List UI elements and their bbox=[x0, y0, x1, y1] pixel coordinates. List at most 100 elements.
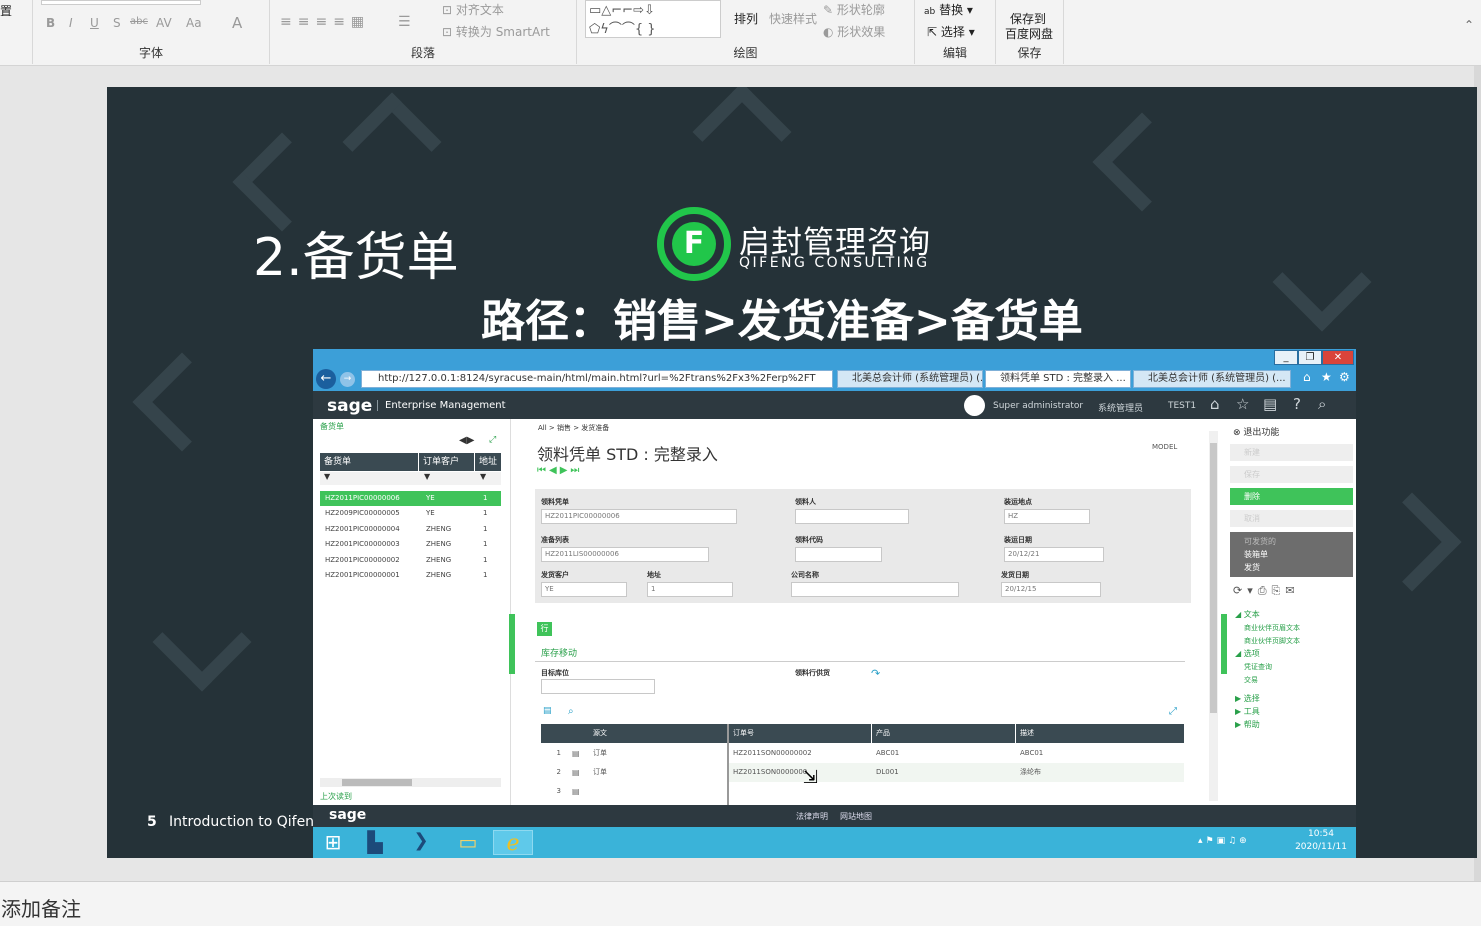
close-icon[interactable]: ✕ bbox=[1322, 350, 1354, 365]
grid-header[interactable]: 订单号 bbox=[729, 724, 871, 743]
column-header[interactable]: 地址 bbox=[475, 453, 501, 471]
new-button[interactable]: 新建 bbox=[1230, 444, 1353, 461]
help-section[interactable]: ▶ 帮助 bbox=[1235, 719, 1260, 730]
text-section[interactable]: ◢ 文本 bbox=[1235, 609, 1260, 620]
arrange-button[interactable]: 排列 bbox=[734, 10, 758, 27]
collapse-right-handle[interactable] bbox=[1221, 614, 1227, 674]
forward-icon[interactable]: → bbox=[340, 372, 355, 387]
grid-cell-desc[interactable]: ABC01 bbox=[1016, 744, 1043, 763]
grid-cell-desc[interactable]: 涤纶布 bbox=[1016, 763, 1041, 782]
align-icons[interactable]: ≡≡≡≡▦ bbox=[280, 14, 370, 30]
row-detail-icon[interactable]: ▤ bbox=[572, 749, 580, 758]
help-icon[interactable]: ? bbox=[1293, 395, 1301, 413]
grid-cell-source[interactable]: 订单 bbox=[589, 744, 607, 763]
left-panel-scrollbar[interactable] bbox=[320, 778, 501, 787]
grid-search-icon[interactable]: ⌕ bbox=[568, 706, 574, 717]
main-scrollbar[interactable] bbox=[1209, 431, 1218, 801]
column-header[interactable]: 备货单 bbox=[320, 453, 418, 471]
select-button[interactable]: ⇱ 选择 ▾ bbox=[927, 23, 975, 40]
case-button[interactable]: Aa bbox=[186, 16, 202, 30]
save-button[interactable]: 保存 bbox=[1230, 466, 1353, 483]
panel-tool-icons[interactable]: ⟳▾⎙⎘✉ bbox=[1233, 584, 1300, 598]
expand-icon[interactable]: ⤢ bbox=[489, 435, 496, 445]
grid-cell-product[interactable]: DL001 bbox=[872, 763, 899, 782]
tray-icons[interactable]: ▴⚑▣♫⊕ bbox=[1198, 836, 1250, 846]
sitemap-link[interactable]: 网站地图 bbox=[840, 811, 872, 822]
strike-button[interactable]: abc bbox=[130, 16, 148, 27]
list-item[interactable]: HZ2001PIC00000004 ZHENG 1 bbox=[320, 522, 501, 537]
folder-name[interactable]: TEST1 bbox=[1168, 401, 1196, 411]
column-header[interactable]: 订单客户 bbox=[419, 453, 474, 471]
refresh-icon[interactable]: ↷ bbox=[871, 667, 880, 680]
grid-header[interactable]: 源文 bbox=[589, 724, 727, 743]
delete-button[interactable]: 删除 bbox=[1230, 488, 1353, 505]
prep-list-field[interactable]: HZ2011LIS00000006 bbox=[541, 547, 709, 562]
avatar[interactable] bbox=[964, 395, 985, 416]
select-section[interactable]: ▶ 选择 bbox=[1235, 693, 1260, 704]
grid-cell-product[interactable]: ABC01 bbox=[872, 744, 899, 763]
legal-link[interactable]: 法律声明 bbox=[796, 811, 828, 822]
browser-tab[interactable]: 北美总会计师 (系统管理员) (... bbox=[837, 370, 983, 388]
options-link[interactable]: 凭证查询 bbox=[1244, 662, 1272, 672]
replace-button[interactable]: ab 替换 ▾ bbox=[924, 1, 973, 18]
shippable-button[interactable]: 可发货的 装箱单 发货 bbox=[1230, 532, 1353, 577]
notes-placeholder[interactable]: 添加备注 bbox=[1, 893, 81, 922]
grid-table-icon[interactable]: ▤ bbox=[543, 706, 552, 716]
minimize-icon[interactable]: _ bbox=[1274, 350, 1298, 365]
breadcrumb[interactable]: All > 销售 > 发货准备 bbox=[538, 423, 609, 433]
home-icon[interactable]: ⌂ bbox=[1210, 395, 1220, 413]
text-link[interactable]: 商业伙伴页脚文本 bbox=[1244, 636, 1300, 646]
align-text-button[interactable]: ⊡ 对齐文本 bbox=[442, 1, 504, 18]
options-section[interactable]: ◢ 选项 bbox=[1235, 648, 1260, 659]
browser-tab-active[interactable]: 领料凭单 STD : 完整录入 ... bbox=[985, 370, 1131, 388]
powershell-icon[interactable]: ❯ bbox=[403, 830, 439, 855]
ship-site-field[interactable]: HZ bbox=[1004, 509, 1090, 524]
address-field[interactable]: 1 bbox=[647, 582, 733, 597]
filter-row[interactable]: ▼ ▼ ▼ bbox=[320, 472, 501, 485]
picker-code-field[interactable] bbox=[795, 547, 882, 562]
text-link[interactable]: 商业伙伴页眉文本 bbox=[1244, 623, 1300, 633]
settings-gear-icon[interactable]: ⚙ bbox=[1339, 370, 1350, 384]
search-icon[interactable]: ⌕ bbox=[1318, 395, 1326, 413]
shape-effects-button[interactable]: ◐ 形状效果 bbox=[823, 23, 885, 40]
bookmark-star-icon[interactable]: ☆ bbox=[1236, 395, 1249, 413]
user-role[interactable]: 系统管理员 bbox=[1098, 401, 1143, 414]
server-manager-icon[interactable]: ▙ bbox=[357, 830, 393, 855]
home-icon[interactable]: ⌂ bbox=[1303, 370, 1311, 384]
record-nav-icons[interactable]: ⏮◀▶⏭ bbox=[537, 465, 582, 476]
font-color-button[interactable]: A bbox=[232, 14, 242, 32]
convert-smartart-button[interactable]: ⊡ 转换为 SmartArt bbox=[442, 23, 550, 40]
browser-tab[interactable]: 北美总会计师 (系统管理员) (... bbox=[1133, 370, 1291, 388]
save-to-baidu-line2[interactable]: 百度网盘 bbox=[1005, 25, 1053, 42]
bold-button[interactable]: B bbox=[46, 16, 55, 30]
shapes-gallery[interactable]: ▭△⌐⌐⇨⇩ ⬠ϟ⌒⌒{ } bbox=[585, 0, 721, 38]
restore-icon[interactable]: ❐ bbox=[1298, 350, 1322, 365]
windows-start-icon[interactable]: ⊞ bbox=[315, 830, 351, 855]
clock-time[interactable]: 10:54 bbox=[1296, 829, 1346, 839]
grid-header[interactable]: 产品 bbox=[872, 724, 1015, 743]
list-item[interactable]: HZ2001PIC00000002 ZHENG 1 bbox=[320, 553, 501, 568]
company-field[interactable] bbox=[791, 582, 959, 597]
favorites-icon[interactable]: ★ bbox=[1321, 370, 1332, 384]
ship-date-field[interactable]: 20/12/21 bbox=[1004, 547, 1104, 562]
cancel-button[interactable]: 取消 bbox=[1230, 510, 1353, 527]
shadow-button[interactable]: S bbox=[113, 16, 121, 30]
row-detail-icon[interactable]: ▤ bbox=[572, 768, 580, 777]
exit-function-button[interactable]: ⊗ 退出功能 bbox=[1233, 425, 1279, 438]
voucher-field[interactable]: HZ2011PIC00000006 bbox=[541, 509, 737, 524]
picker-field[interactable] bbox=[795, 509, 909, 524]
shape-outline-button[interactable]: ✎ 形状轮廓 bbox=[823, 1, 885, 18]
list-item[interactable]: HZ2009PIC00000005 YE 1 bbox=[320, 506, 501, 521]
grid-cell-source[interactable]: 订单 bbox=[589, 763, 607, 782]
grid-cell-order[interactable]: HZ2011SON0000000 bbox=[729, 763, 807, 782]
spacing-button[interactable]: AV bbox=[156, 16, 172, 30]
delivery-date-field[interactable]: 20/12/15 bbox=[1001, 582, 1101, 597]
list-item[interactable]: HZ2001PIC00000003 ZHENG 1 bbox=[320, 537, 501, 552]
last-read-link[interactable]: 上次读到 bbox=[320, 791, 352, 802]
lines-tab[interactable]: 行 bbox=[537, 622, 552, 636]
file-explorer-icon[interactable]: ▭ bbox=[450, 830, 486, 855]
customer-field[interactable]: YE bbox=[541, 582, 627, 597]
prev-next-icons[interactable]: ◀▶ bbox=[459, 435, 474, 446]
address-bar[interactable]: http://127.0.0.1:8124/syracuse-main/html… bbox=[361, 370, 833, 388]
collapse-left-handle[interactable] bbox=[509, 614, 515, 674]
